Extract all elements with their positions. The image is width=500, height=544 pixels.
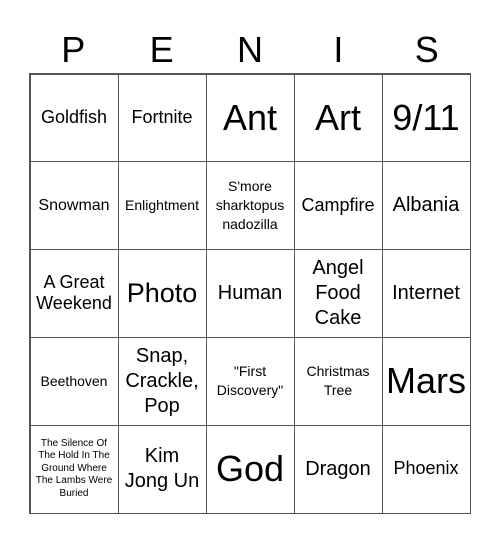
bingo-cell[interactable]: Enlightment bbox=[117, 161, 207, 251]
bingo-cell[interactable]: Mars bbox=[381, 336, 471, 426]
bingo-cell[interactable]: God bbox=[205, 424, 295, 514]
bingo-cell[interactable]: The Silence Of The Hold In The Ground Wh… bbox=[29, 424, 119, 514]
bingo-header: P E N I S bbox=[29, 28, 471, 72]
bingo-cell[interactable]: Beethoven bbox=[29, 336, 119, 426]
bingo-cell[interactable]: Art bbox=[293, 73, 383, 163]
header-letter: I bbox=[333, 29, 344, 70]
bingo-cell[interactable]: Photo bbox=[117, 249, 207, 338]
bingo-cell[interactable]: Goldfish bbox=[29, 73, 119, 163]
bingo-cell[interactable]: "First Discovery" bbox=[205, 336, 295, 426]
bingo-cell[interactable]: Fortnite bbox=[117, 73, 207, 163]
bingo-cell[interactable]: Angel Food Cake bbox=[293, 249, 383, 338]
header-letter: P bbox=[61, 29, 86, 70]
bingo-card: Goldfish Fortnite Ant Art 9/11 Snowman E… bbox=[29, 73, 471, 514]
bingo-cell[interactable]: Snowman bbox=[29, 161, 119, 251]
header-letter: N bbox=[236, 29, 263, 70]
header-letter: E bbox=[149, 29, 174, 70]
bingo-cell[interactable]: Ant bbox=[205, 73, 295, 163]
header-letter: S bbox=[414, 29, 439, 70]
bingo-cell[interactable]: Christmas Tree bbox=[293, 336, 383, 426]
bingo-cell[interactable]: S'more sharktopus nadozilla bbox=[205, 161, 295, 251]
bingo-cell[interactable]: Kim Jong Un bbox=[117, 424, 207, 514]
bingo-cell[interactable]: Albania bbox=[381, 161, 471, 251]
bingo-cell[interactable]: 9/11 bbox=[381, 73, 471, 163]
bingo-cell[interactable]: A Great Weekend bbox=[29, 249, 119, 338]
bingo-cell[interactable]: Campfire bbox=[293, 161, 383, 251]
bingo-cell[interactable]: Dragon bbox=[293, 424, 383, 514]
bingo-cell[interactable]: Snap, Crackle, Pop bbox=[117, 336, 207, 426]
bingo-cell[interactable]: Internet bbox=[381, 249, 471, 338]
bingo-cell[interactable]: Human bbox=[205, 249, 295, 338]
bingo-cell[interactable]: Phoenix bbox=[381, 424, 471, 514]
